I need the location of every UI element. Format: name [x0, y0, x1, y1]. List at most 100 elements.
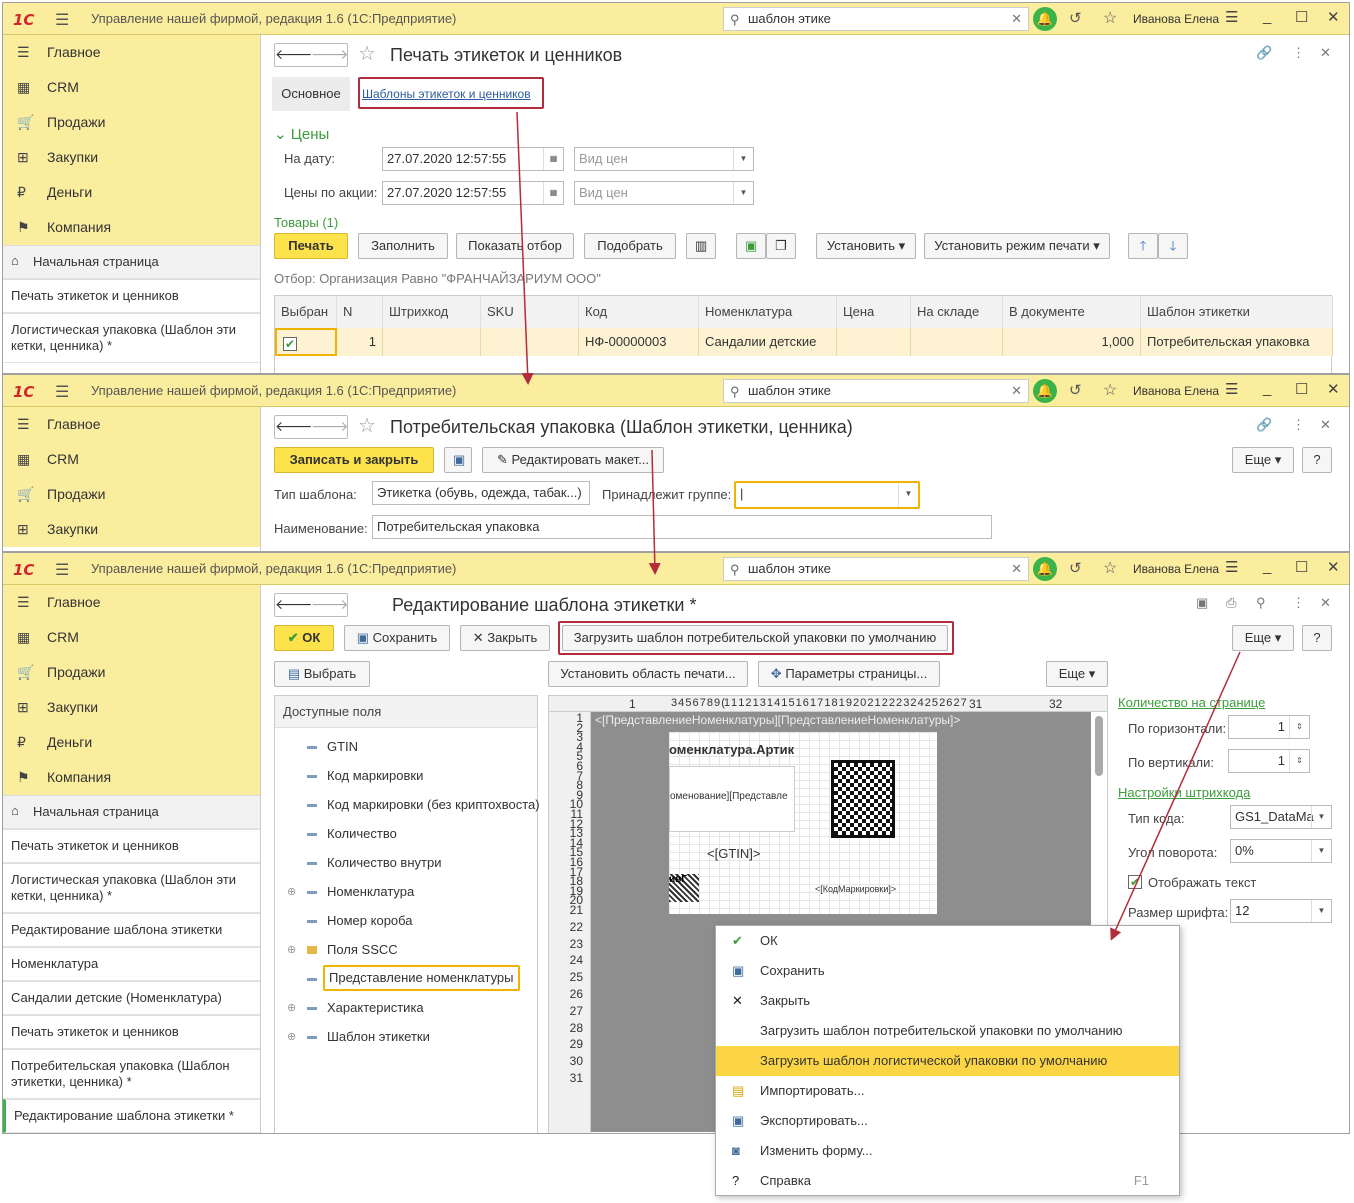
set-print-area-button[interactable]: Установить область печати... [548, 661, 748, 687]
maximize-icon[interactable]: ☐ [1295, 8, 1308, 26]
show-text-checkbox[interactable]: ✔ [1128, 875, 1142, 889]
dropdown-icon[interactable]: ▼ [1311, 806, 1331, 828]
more-vert-icon[interactable]: ⋮ [1292, 417, 1305, 433]
close-form-icon[interactable]: ✕ [1320, 45, 1331, 61]
dropdown-icon[interactable]: ▼ [898, 483, 918, 507]
nav-home[interactable]: ⌂ Начальная страница [3, 795, 260, 829]
section-purchases[interactable]: ⊞ Закупки [3, 690, 260, 725]
menu-item[interactable]: ▣ Сохранить [716, 956, 1179, 986]
field-item[interactable]: ⊕ Характеристика [275, 997, 535, 1019]
col-header[interactable]: Номенклатура [699, 296, 837, 328]
group-field[interactable]: | ▼ [734, 481, 920, 509]
help-button[interactable]: ? [1302, 625, 1332, 651]
cell-template[interactable]: Потребительская упаковка [1141, 328, 1333, 356]
fill-button[interactable]: Заполнить [358, 233, 448, 259]
search-input[interactable]: ⚲ шаблон этике ✕ [723, 557, 1029, 581]
goods-header[interactable]: Товары (1) [274, 215, 338, 230]
rotate-select[interactable]: 0% ▼ [1230, 839, 1332, 863]
section-crm[interactable]: ▦ CRM [3, 442, 260, 477]
print-button[interactable]: Печать [274, 233, 348, 259]
name-field[interactable]: Потребительская упаковка [372, 515, 992, 539]
nav-item[interactable]: Сандалии детские (Номенклатура) [3, 981, 260, 1015]
row-number[interactable]: 26 [549, 988, 583, 1000]
section-main[interactable]: ☰ Главное [3, 407, 260, 442]
section-sales[interactable]: 🛒 Продажи [3, 477, 260, 512]
cell-sku[interactable] [481, 328, 579, 356]
nav-item[interactable]: Редактирование шаблона этикетки [3, 913, 260, 947]
type-field[interactable]: Этикетка (обувь, одежда, табак...) [372, 481, 590, 505]
search-input[interactable]: ⚲ шаблон этике ✕ [723, 7, 1029, 31]
history-icon[interactable]: ↺ [1069, 381, 1082, 399]
col-header[interactable]: Выбран [275, 296, 337, 328]
nav-item-active[interactable]: Редактирование шаблона этикетки * [3, 1099, 260, 1133]
row-number[interactable]: 24 [549, 954, 583, 966]
calendar-icon[interactable]: ▦ [543, 182, 563, 204]
field-item[interactable]: GTIN [275, 736, 535, 758]
cell-stock[interactable] [911, 328, 1003, 356]
more-button[interactable]: Еще ▾ [1232, 625, 1294, 651]
expand-icon[interactable]: ⊕ [287, 997, 296, 1019]
menu-item[interactable]: Загрузить шаблон логистической упаковки … [716, 1046, 1179, 1076]
nav-home[interactable]: ⌂ Начальная страница [3, 245, 260, 279]
label-layout[interactable]: оменклатура.Артик оменование][Представле… [669, 732, 937, 914]
nav-item[interactable]: Логистическая упаковка (Шаблон эти кетки… [3, 863, 260, 913]
code-type-select[interactable]: GS1_DataMa ▼ [1230, 805, 1332, 829]
row-number[interactable]: 22 [549, 921, 583, 933]
col-header[interactable]: Штрихкод [383, 296, 481, 328]
prices-header[interactable]: ⌄ Цены [274, 125, 329, 143]
col-header[interactable]: Код [579, 296, 699, 328]
back-icon[interactable]: 🡐 [275, 596, 313, 613]
link-icon[interactable]: 🔗 [1256, 417, 1272, 433]
barcode-icon[interactable]: ▥ [686, 233, 716, 259]
favorites-icon[interactable]: ☆ [1103, 558, 1117, 578]
minimize-icon[interactable]: _ [1263, 380, 1271, 397]
page-params-button[interactable]: ✥ Параметры страницы... [758, 661, 940, 687]
dropdown-icon[interactable]: ▼ [733, 148, 753, 170]
section-company[interactable]: ⚑ Компания [3, 210, 260, 245]
favorite-star-icon[interactable]: ☆ [358, 41, 376, 66]
more-button-2[interactable]: Еще ▾ [1046, 661, 1108, 687]
save-button[interactable]: ▣ Сохранить [344, 625, 450, 651]
settings-icon[interactable]: ☰ [1225, 558, 1238, 576]
row-number[interactable]: 25 [549, 971, 583, 983]
favorites-icon[interactable]: ☆ [1103, 8, 1117, 28]
close-window-icon[interactable]: ✕ [1327, 8, 1340, 26]
section-main[interactable]: ☰ Главное [3, 585, 260, 620]
minimize-icon[interactable]: _ [1263, 8, 1271, 25]
close-form-icon[interactable]: ✕ [1320, 595, 1331, 611]
row-number[interactable]: 30 [549, 1055, 583, 1067]
field-item[interactable]: Номер короба [275, 910, 535, 932]
nav-item[interactable]: Печать этикеток и ценников [3, 829, 260, 863]
expand-icon[interactable]: ⊕ [287, 939, 296, 961]
col-header[interactable]: Цена [837, 296, 911, 328]
settings-icon[interactable]: ☰ [1225, 8, 1238, 26]
menu-icon[interactable]: ☰ [55, 10, 69, 30]
checkbox-icon[interactable]: ✔ [283, 337, 297, 351]
preview-icon[interactable]: ⚲ [1256, 595, 1266, 611]
more-vert-icon[interactable]: ⋮ [1292, 45, 1305, 61]
edit-layout-button[interactable]: ✎ Редактировать макет... [482, 447, 664, 473]
menu-item[interactable]: ◙ Изменить форму... [716, 1136, 1179, 1166]
menu-item[interactable]: ▤ Импортировать... [716, 1076, 1179, 1106]
cell-in-doc[interactable]: 1,000 [1003, 328, 1141, 356]
section-main[interactable]: ☰ Главное [3, 35, 260, 70]
promo-type-select[interactable]: Вид цен ▼ [574, 181, 754, 205]
field-item[interactable]: Код маркировки [275, 765, 535, 787]
ok-button[interactable]: ✔ ОК [274, 625, 334, 651]
save-and-close-button[interactable]: Записать и закрыть [274, 447, 434, 473]
close-form-icon[interactable]: ✕ [1320, 417, 1331, 433]
row-number[interactable]: 23 [549, 938, 583, 950]
history-icon[interactable]: ↺ [1069, 559, 1082, 577]
bell-icon[interactable]: 🔔 [1033, 379, 1057, 403]
col-header[interactable]: N [337, 296, 383, 328]
maximize-icon[interactable]: ☐ [1295, 558, 1308, 576]
field-item[interactable]: Представление номенклатуры [275, 965, 535, 991]
stepper-icon[interactable]: ⇕ [1289, 750, 1309, 772]
col-header[interactable]: В документе [1003, 296, 1141, 328]
vert-field[interactable]: 1 ⇕ [1228, 749, 1310, 773]
col-header[interactable]: На складе [911, 296, 1003, 328]
show-filter-button[interactable]: Показать отбор [456, 233, 574, 259]
nav-item[interactable]: Печать этикеток и ценников [3, 1015, 260, 1049]
user-name[interactable]: Иванова Елена [1133, 12, 1219, 26]
row-number[interactable]: 21 [549, 904, 583, 916]
